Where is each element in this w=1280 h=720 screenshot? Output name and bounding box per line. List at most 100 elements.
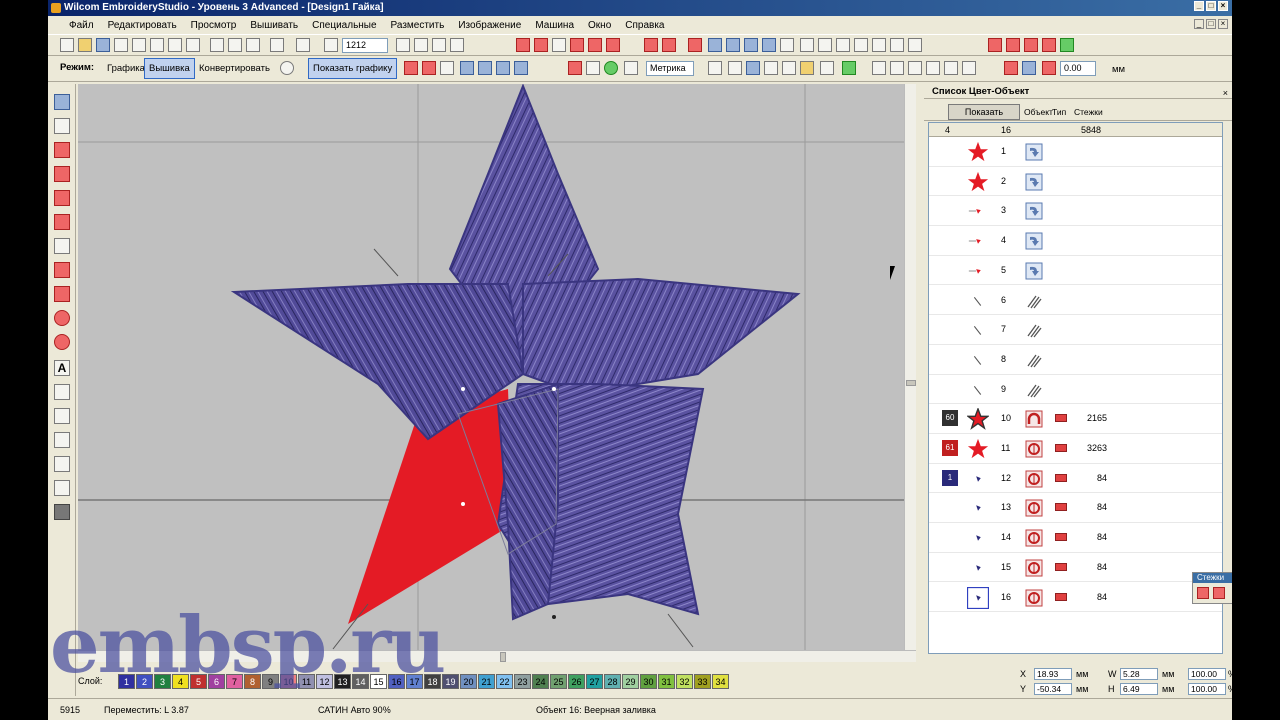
send-icon[interactable] — [186, 38, 200, 52]
triangle-3-icon[interactable] — [836, 38, 850, 52]
column-icon[interactable] — [54, 190, 70, 206]
menu-arrange[interactable]: Разместить — [384, 20, 452, 31]
print-icon[interactable] — [132, 38, 146, 52]
monogram-icon[interactable] — [54, 384, 70, 400]
show-button[interactable]: Показать — [948, 104, 1020, 120]
color-swatch[interactable]: 23 — [514, 673, 531, 689]
list-item[interactable]: 61 11 3263 — [929, 434, 1222, 464]
show-needle-icon[interactable] — [552, 38, 566, 52]
menu-window[interactable]: Окно — [581, 20, 618, 31]
machine-icon[interactable] — [168, 38, 182, 52]
angle-field[interactable]: 0.00 — [1060, 61, 1096, 76]
list-item[interactable]: 16 84 — [929, 583, 1222, 613]
color-swatch[interactable]: 27 — [586, 673, 603, 689]
select-icon[interactable] — [54, 94, 70, 110]
doc-restore-button[interactable]: □ — [1206, 19, 1216, 29]
triangle-2-icon[interactable] — [818, 38, 832, 52]
convert-mode-button[interactable]: Конвертировать — [194, 58, 275, 79]
minimize-button[interactable]: _ — [1194, 1, 1204, 11]
show-functions-icon[interactable] — [588, 38, 602, 52]
handle-4[interactable] — [552, 615, 556, 619]
triangle-7-icon[interactable] — [908, 38, 922, 52]
list-item[interactable]: 6 — [929, 286, 1222, 316]
color-swatch[interactable]: 32 — [676, 673, 693, 689]
triangle-4-icon[interactable] — [854, 38, 868, 52]
vertical-scrollbar[interactable] — [904, 84, 916, 650]
list-item[interactable]: 2 — [929, 167, 1222, 197]
list-item[interactable]: 8 — [929, 345, 1222, 375]
menu-view[interactable]: Просмотр — [184, 20, 244, 31]
group-badge[interactable]: 1 — [942, 469, 958, 486]
list-item[interactable]: 9 — [929, 375, 1222, 405]
stitch-tool-1-icon[interactable] — [1197, 587, 1209, 599]
zoom-field[interactable]: 1212 — [342, 38, 388, 53]
list-view-icon[interactable] — [746, 61, 760, 75]
color-swatch[interactable]: 28 — [604, 673, 621, 689]
color-b-icon[interactable] — [1022, 61, 1036, 75]
lettering-icon[interactable]: A — [54, 360, 70, 376]
list-item[interactable]: 60 10 2165 — [929, 404, 1222, 434]
tool-f-icon[interactable] — [962, 61, 976, 75]
color-swatch[interactable]: 22 — [496, 673, 513, 689]
complex-fill-icon[interactable] — [54, 214, 70, 230]
vertical-scroll-thumb[interactable] — [906, 380, 916, 386]
reshape-icon[interactable] — [460, 61, 474, 75]
appliqué-icon[interactable] — [54, 432, 70, 448]
array-3-icon[interactable] — [1024, 38, 1038, 52]
horizontal-scroll-thumb[interactable] — [500, 652, 506, 662]
redo-icon[interactable] — [296, 38, 310, 52]
color-swatch[interactable]: 34 — [712, 673, 729, 689]
refresh-icon[interactable] — [604, 61, 618, 75]
ungroup-icon[interactable] — [726, 38, 740, 52]
color-swatch[interactable]: 30 — [640, 673, 657, 689]
group-badge[interactable]: 60 — [942, 410, 958, 427]
align-icon[interactable] — [762, 38, 776, 52]
paste-icon[interactable] — [246, 38, 260, 52]
color-swatch[interactable]: 25 — [550, 673, 567, 689]
menu-machine[interactable]: Машина — [528, 20, 581, 31]
new-icon[interactable] — [60, 38, 74, 52]
layout-icon[interactable] — [728, 61, 742, 75]
group-icon[interactable] — [708, 38, 722, 52]
tatami-tool-icon[interactable] — [422, 61, 436, 75]
doc-close-button[interactable]: × — [1218, 19, 1228, 29]
show-graphics-button[interactable]: Показать графику — [308, 58, 398, 79]
save-icon[interactable] — [96, 38, 110, 52]
color-a-icon[interactable] — [1004, 61, 1018, 75]
menu-file[interactable]: Файл — [62, 20, 101, 31]
tool-d-icon[interactable] — [926, 61, 940, 75]
list-item[interactable]: 1 12 84 — [929, 464, 1222, 494]
tool-c-icon[interactable] — [908, 61, 922, 75]
tool-e-icon[interactable] — [944, 61, 958, 75]
color-swatch[interactable]: 31 — [658, 673, 675, 689]
menu-embroider[interactable]: Вышивать — [243, 20, 305, 31]
list-item[interactable]: 14 84 — [929, 523, 1222, 553]
thread-icon[interactable] — [586, 61, 600, 75]
handle-1[interactable] — [461, 387, 465, 391]
run-digitize-icon[interactable] — [54, 238, 70, 254]
zoom-in-icon[interactable] — [414, 38, 428, 52]
stitch-angles-icon[interactable] — [496, 61, 510, 75]
triangle-5-icon[interactable] — [872, 38, 886, 52]
doc-minimize-button[interactable]: _ — [1194, 19, 1204, 29]
h-field[interactable]: 6.49 — [1120, 683, 1158, 695]
show-guides-icon[interactable] — [662, 38, 676, 52]
show-connectors-icon[interactable] — [570, 38, 584, 52]
y-field[interactable]: -50.34 — [1034, 683, 1072, 695]
run-tool-icon[interactable] — [440, 61, 454, 75]
scale-x-field[interactable]: 100.00 — [1188, 668, 1226, 680]
fabric-icon[interactable] — [688, 38, 702, 52]
undo-icon[interactable] — [270, 38, 284, 52]
hole-icon[interactable] — [54, 504, 70, 520]
list-item[interactable]: 3 — [929, 196, 1222, 227]
color-c-icon[interactable] — [1042, 61, 1056, 75]
embroidery-mode-button[interactable]: Вышивка — [144, 58, 195, 79]
list-item[interactable]: 4 — [929, 226, 1222, 256]
outline-icon[interactable] — [54, 286, 70, 302]
lock-icon[interactable] — [744, 38, 758, 52]
globe-icon[interactable] — [280, 61, 294, 75]
tree-icon[interactable] — [842, 61, 856, 75]
color-swatch[interactable]: 29 — [622, 673, 639, 689]
color-swatch[interactable]: 24 — [532, 673, 549, 689]
color-swatch[interactable]: 33 — [694, 673, 711, 689]
